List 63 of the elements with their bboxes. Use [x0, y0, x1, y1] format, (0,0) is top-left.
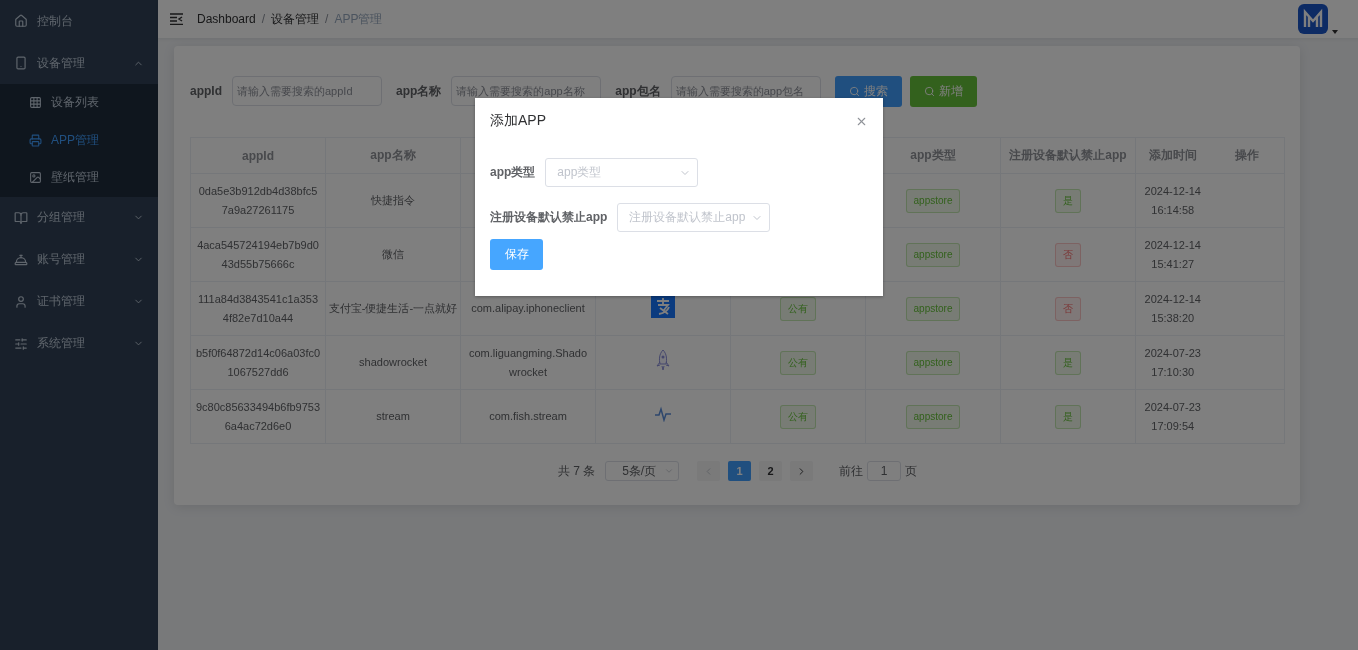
table-cell-text: 2024-12-14 16:14:58 [1144, 183, 1201, 218]
submenu-item[interactable]: 设备列表 [0, 84, 158, 122]
page-suffix: 页 [905, 462, 918, 480]
house-icon [14, 14, 28, 28]
menu-item[interactable]: 控制台 [0, 0, 158, 42]
breadcrumb-item[interactable]: 设备管理 [271, 10, 320, 28]
table-cell-text: 111a84d3843541c1a353 4f82e7d10a44 [197, 291, 319, 326]
user-icon [14, 294, 28, 309]
page-size-select[interactable]: 5条/页 [605, 461, 680, 481]
menu-item[interactable]: 证书管理 [0, 280, 158, 323]
page-button[interactable]: 2 [759, 461, 783, 481]
field-label: app类型 [490, 164, 536, 181]
table-cell-text: 2024-12-14 15:38:20 [1144, 291, 1201, 326]
add-button[interactable]: 新增 [909, 75, 977, 107]
caret-down-icon[interactable] [1332, 30, 1338, 34]
table-cell-text: 2024-12-14 15:41:27 [1144, 237, 1201, 272]
menu-item[interactable]: 设备管理 [0, 42, 158, 84]
total-count: 共 7 条 [557, 462, 596, 480]
breadcrumb-separator: / [261, 12, 266, 26]
search-icon [923, 85, 935, 97]
pulse-icon [654, 405, 672, 422]
avatar-logo-icon[interactable] [1298, 4, 1328, 34]
field-label: app包名 [615, 82, 661, 100]
table-cell-text: com.liguangming.Shado wrocket [469, 345, 587, 380]
submenu-item[interactable]: 壁纸管理 [0, 159, 158, 197]
printer-icon [29, 133, 42, 147]
table-cell-text: b5f0f64872d14c06a03fc0 1067527dd6 [195, 345, 321, 380]
goto-label: 前往 [839, 462, 864, 480]
table-cell-text: stream [376, 409, 410, 424]
table-cell-text: 快捷指令 [371, 193, 415, 208]
table-cell-text: 2024-07-23 17:09:54 [1144, 399, 1201, 434]
breadcrumb-separator: / [325, 12, 329, 26]
page-button[interactable]: 1 [728, 461, 752, 481]
table-cell-text: shadowrocket [359, 355, 427, 370]
submenu-item[interactable]: APP管理 [0, 121, 158, 159]
menu-toggle-icon[interactable] [170, 13, 183, 25]
table-cell-text: 微信 [382, 247, 404, 262]
search-icon [848, 85, 860, 97]
grid-icon [29, 96, 42, 110]
field-label: appId [190, 84, 222, 98]
table-cell-text: 2024-07-23 17:10:30 [1144, 345, 1201, 380]
bell-icon [14, 252, 28, 267]
phone-icon [14, 56, 28, 70]
table-cell-text: com.alipay.iphoneclient [471, 301, 585, 316]
sliders-icon [14, 336, 28, 351]
field-label: app名称 [396, 82, 442, 100]
rocket-icon [656, 348, 670, 371]
select-field[interactable]: app类型 [545, 158, 699, 187]
breadcrumb-item[interactable]: Dashboard [197, 12, 256, 26]
table-cell-text: 0da5e3b912db4d38bfc5 7a9a27261175 [198, 183, 318, 218]
book-icon [14, 210, 28, 225]
image-icon [29, 171, 42, 185]
save-button[interactable]: 保存 [490, 239, 543, 270]
table-cell-text: com.fish.stream [489, 409, 567, 424]
table-cell-text: 4aca545724194eb7b9d0 43d55b75666c [197, 237, 319, 272]
select-field[interactable]: 注册设备默认禁止app [617, 203, 771, 232]
menu-item[interactable]: 账号管理 [0, 238, 158, 281]
menu-item[interactable]: 分组管理 [0, 196, 158, 239]
page-input[interactable]: 1 [867, 461, 902, 481]
dialog-title: 添加APP [490, 112, 546, 130]
table-cell-text: 9c80c85633494b6fb9753 6a4ac72d6e0 [195, 399, 321, 434]
field-label: 注册设备默认禁止app [490, 209, 608, 226]
menu-item[interactable]: 系统管理 [0, 322, 158, 365]
